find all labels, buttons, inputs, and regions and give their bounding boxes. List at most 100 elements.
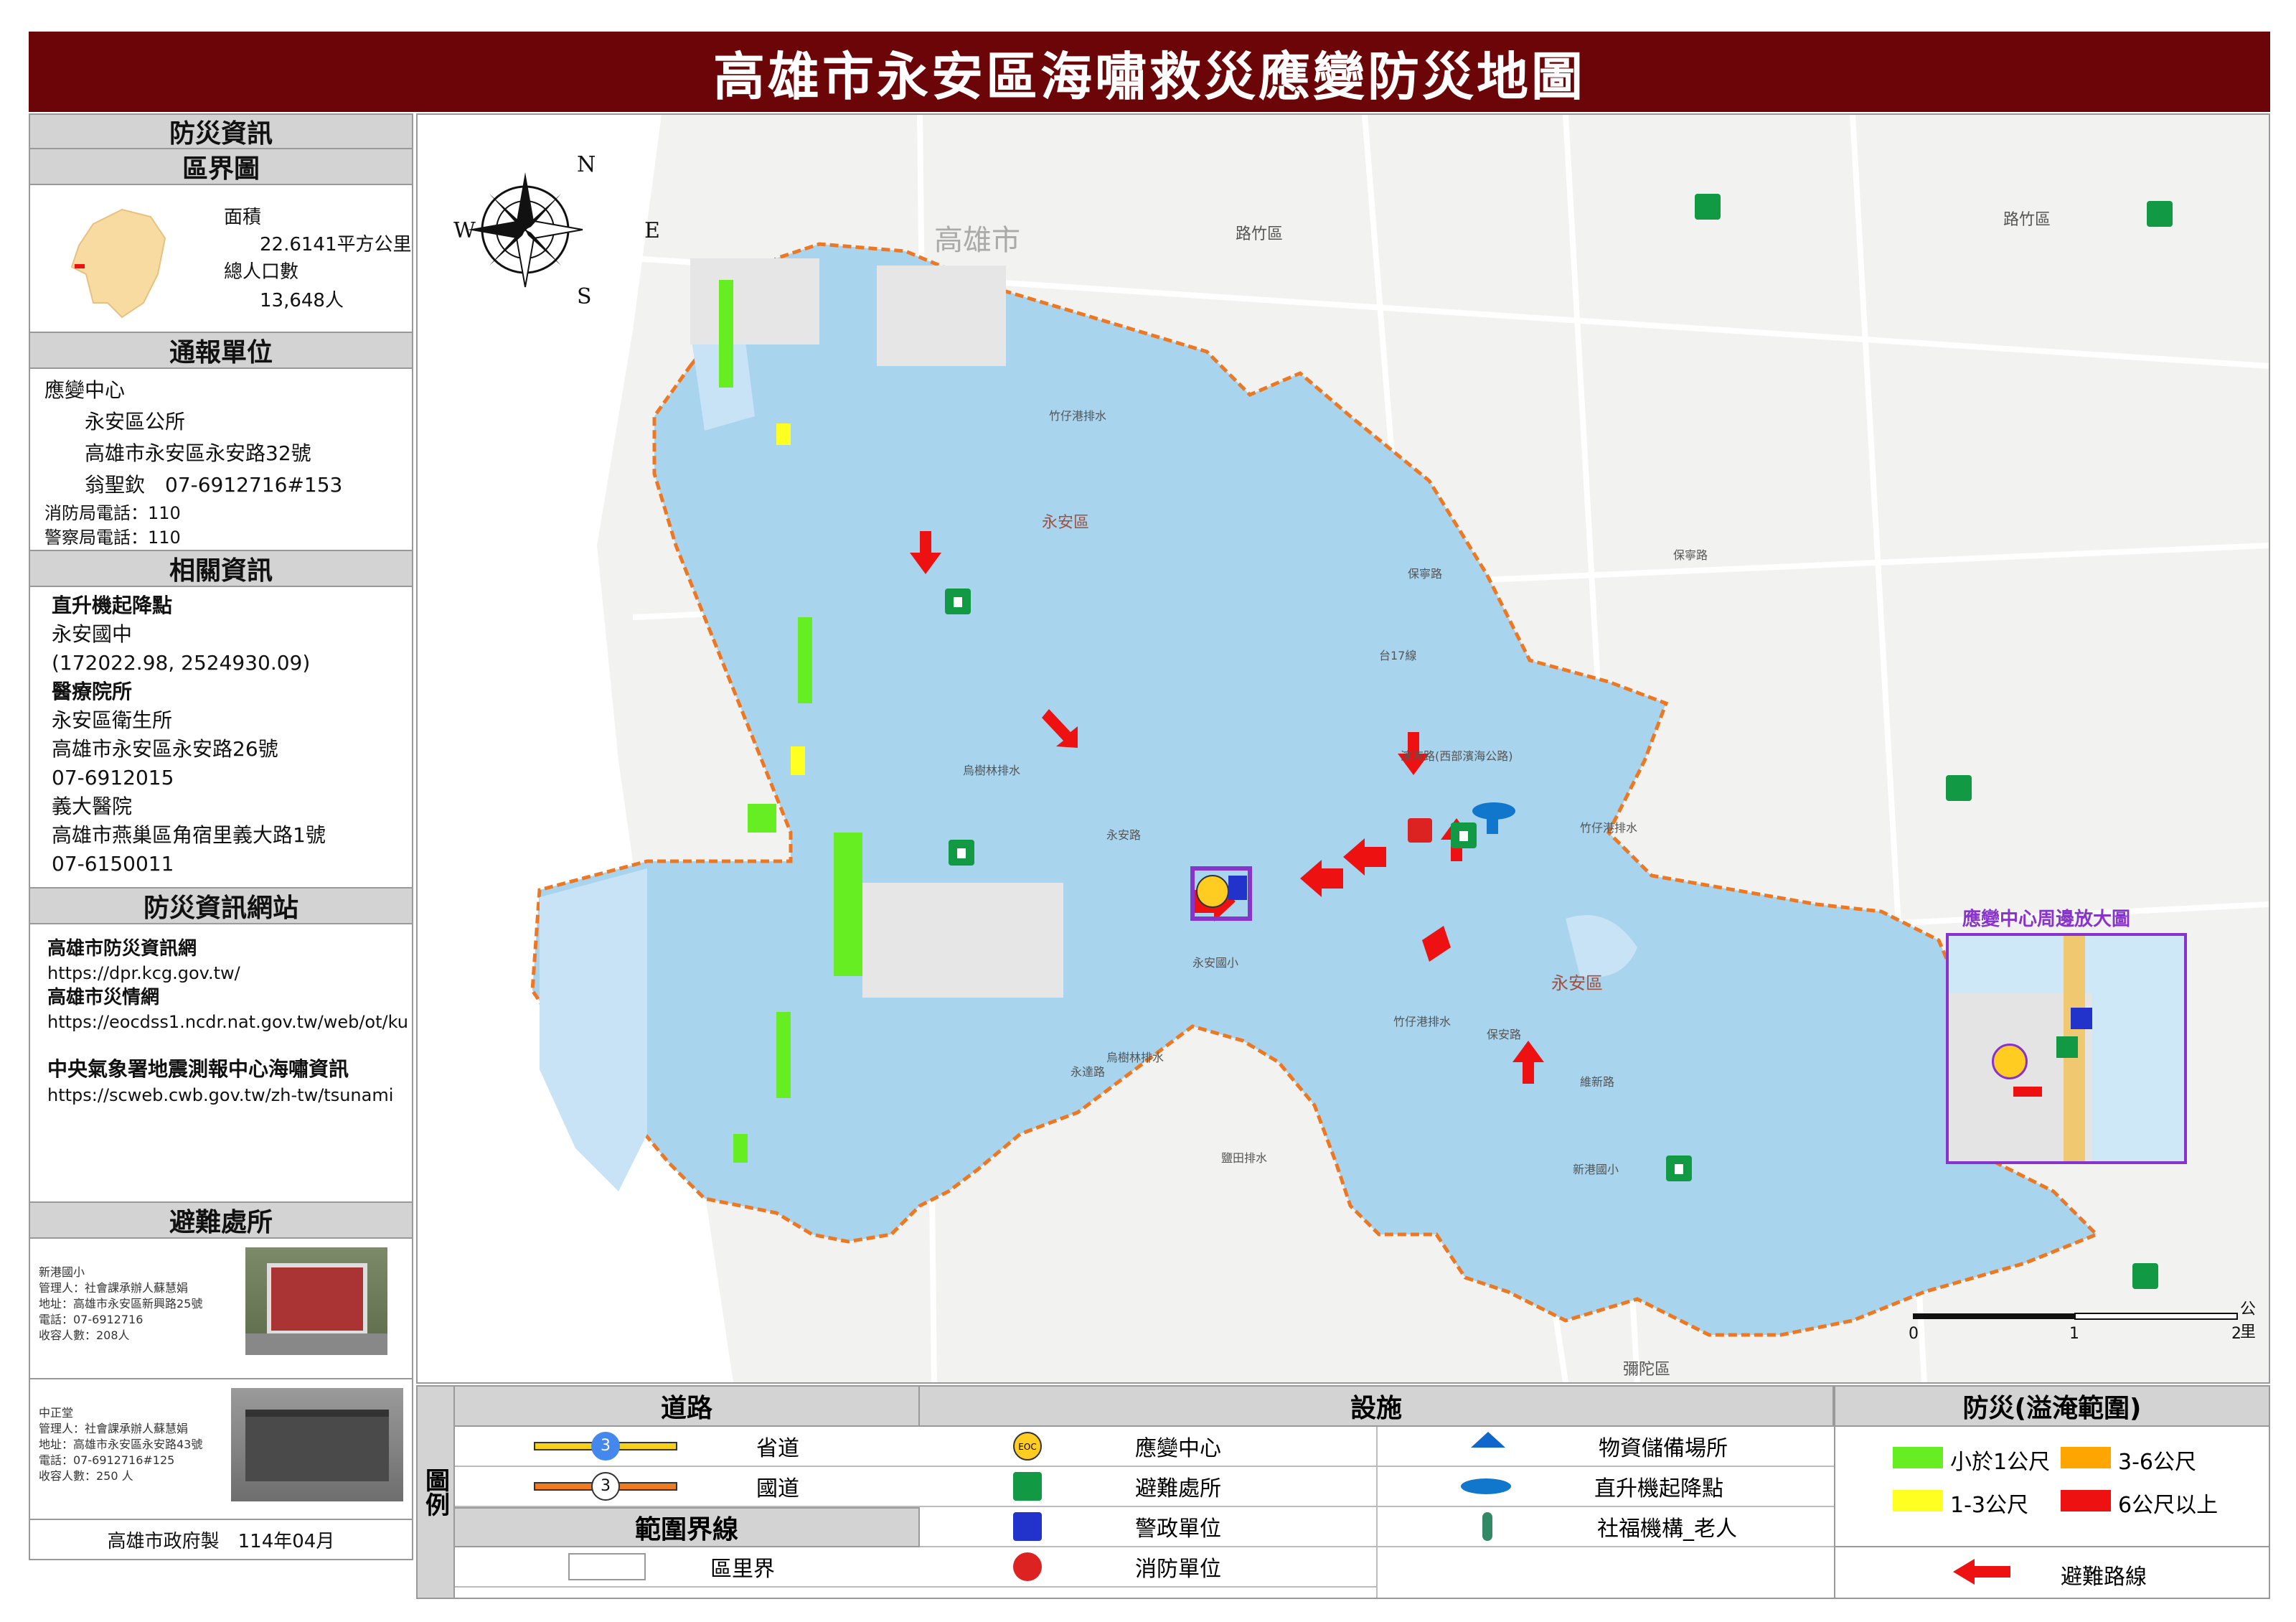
legend-warehouse-label: 物資儲備場所 <box>1599 1436 1728 1461</box>
map-title: 高雄市永安區海嘯救災應變防災地圖 <box>29 32 2270 112</box>
scale-unit: 公里 <box>2240 1300 2257 1341</box>
elderly-icon <box>1482 1512 1492 1541</box>
inset-map[interactable] <box>1946 933 2187 1164</box>
evacuation-route-icon <box>1953 1559 2010 1585</box>
place-label-13: 烏樹林排水 <box>963 764 1021 777</box>
inset-eoc-icon <box>1992 1044 2028 1079</box>
fire-station-marker[interactable] <box>1408 818 1432 843</box>
legend: 圖例 道路 3 省道 3 國道 範圍界線 區里界 設施 EOC 應變中心 避難處… <box>416 1385 2270 1599</box>
legend-boundary: 區里界 <box>455 1547 920 1588</box>
legend-boundary-label: 區里界 <box>710 1557 775 1582</box>
related-box: 直升機起降點 永安國中 (172022.98, 2524930.09) 醫療院所… <box>29 587 413 889</box>
fire-icon <box>1013 1552 1042 1581</box>
legend-shelter: 避難處所 <box>920 1467 1376 1507</box>
district-header: 區界圖 <box>29 149 413 185</box>
place-label-2: 路竹區 <box>2003 211 2051 229</box>
legend-hazard-header: 防災(溢淹範圍) <box>1834 1387 2269 1427</box>
legend-shelter-label: 避難處所 <box>1135 1476 1221 1501</box>
web-box: 高雄市防災資訊網 https://dpr.kcg.gov.tw/ 高雄市災情網 … <box>29 924 413 1203</box>
hospital-address: 高雄市燕巢區角宿里義大路1號 <box>52 823 326 847</box>
scale-bar <box>1913 1313 2238 1320</box>
inset-shelter-icon <box>2056 1036 2078 1058</box>
info-header: 防災資訊 <box>29 113 413 149</box>
web-name-2: 高雄市災情網 <box>47 987 160 1008</box>
clinic-phone: 07-6912015 <box>52 766 174 789</box>
shelter-1-address: 地址：高雄市永安區新興路25號 <box>39 1297 203 1311</box>
helicopter-icon <box>1461 1478 1511 1494</box>
legend-road-provincial-label: 省道 <box>756 1436 799 1461</box>
map-view[interactable]: N S E W 高雄市 永安區 永安區 路竹區 路竹區 彌陀區 竹仔港排水 保寧… <box>416 113 2270 1384</box>
legend-police: 警政單位 <box>920 1507 1376 1547</box>
map-canvas[interactable] <box>418 115 2269 1382</box>
web-url-2[interactable]: https://eocdss1.ncdr.nat.gov.tw/web/ot/k… <box>47 1011 412 1033</box>
hazard-swatch-under-1m <box>1893 1447 1943 1468</box>
web-url-3[interactable]: https://scweb.cwb.gov.tw/zh-tw/tsunami <box>47 1084 412 1107</box>
population-value: 13,648人 <box>260 290 344 311</box>
footer: 高雄市政府製 114年04月 <box>29 1520 413 1560</box>
legend-road-national-label: 國道 <box>756 1476 799 1501</box>
legend-side-label: 圖例 <box>418 1387 455 1598</box>
hazard-label-3-6m: 3-6公尺 <box>2118 1450 2196 1475</box>
shelter-1-photo <box>245 1247 387 1355</box>
legend-route-label: 避難路線 <box>2061 1565 2147 1590</box>
office-address: 高雄市永安區永安路32號 <box>85 441 311 465</box>
inset-route-arrow <box>2013 1087 2042 1097</box>
clinic-address: 高雄市永安區永安路26號 <box>52 737 278 761</box>
shelter-1-capacity: 收容人數：208人 <box>39 1328 130 1342</box>
legend-fire: 消防單位 <box>920 1547 1376 1588</box>
compass-e: E <box>644 218 660 243</box>
place-label-14: 烏樹林排水 <box>1106 1051 1165 1064</box>
clinic-name: 永安區衛生所 <box>52 708 173 732</box>
district-box: 面積 22.6141平方公里 總人口數 13,648人 <box>29 185 413 333</box>
shelter-2-phone: 電話：07-6912716#125 <box>39 1453 175 1467</box>
place-label-1: 路竹區 <box>1236 225 1284 243</box>
district-boundary <box>530 242 2100 1337</box>
compass-w: W <box>453 218 476 243</box>
shelter-2-manager: 管理人：社會課承辦人蘇慧娟 <box>39 1422 189 1435</box>
city-label: 高雄市 <box>934 224 1020 257</box>
response-center-label: 應變中心 <box>44 378 126 402</box>
industrial-block-2 <box>877 266 1006 366</box>
scale-tick-0: 0 <box>1909 1325 1919 1343</box>
place-label-15: 鹽田排水 <box>1221 1151 1268 1165</box>
web-name-1: 高雄市防災資訊網 <box>47 938 197 960</box>
district-office: 永安區公所 <box>85 410 186 433</box>
district-label: 永安區 <box>1042 514 1090 532</box>
industrial-block-3 <box>862 883 1063 998</box>
legend-helicopter-label: 直升機起降點 <box>1594 1476 1723 1501</box>
web-name-3: 中央氣象署地震測報中心海嘯資訊 <box>47 1057 349 1081</box>
legend-fire-label: 消防單位 <box>1135 1557 1221 1582</box>
shelter-1-phone: 電話：07-6912716 <box>39 1313 144 1326</box>
legend-eoc: EOC 應變中心 <box>920 1427 1376 1467</box>
place-label-18: 竹仔港排水 <box>1580 821 1638 835</box>
shelter-header: 避難處所 <box>29 1203 413 1239</box>
inset-police-icon <box>2071 1008 2092 1029</box>
hazard-label-under-1m: 小於1公尺 <box>1950 1450 2051 1475</box>
place-label-7: 永安國小 <box>1192 956 1239 970</box>
hazard-label-1-3m: 1-3公尺 <box>1950 1493 2028 1518</box>
district-label-2: 永安區 <box>1551 973 1603 993</box>
hazard-label-over-6m: 6公尺以上 <box>2118 1493 2219 1518</box>
place-label-16: 濱海路(西部濱海公路) <box>1401 749 1513 763</box>
police-icon <box>1013 1512 1042 1541</box>
district-highlight <box>75 264 85 268</box>
place-label-10: 竹仔港排水 <box>1393 1015 1452 1028</box>
heli-name: 永安國中 <box>52 622 133 646</box>
population-label: 總人口數 <box>224 261 299 283</box>
eoc-icon: EOC <box>1013 1432 1042 1461</box>
legend-warehouse: 物資儲備場所 <box>1378 1427 1834 1467</box>
related-header: 相關資訊 <box>29 551 413 587</box>
area-value: 22.6141平方公里 <box>260 234 412 256</box>
legend-helicopter: 直升機起降點 <box>1378 1467 1834 1507</box>
web-url-1[interactable]: https://dpr.kcg.gov.tw/ <box>47 962 412 985</box>
medical-title: 醫療院所 <box>52 680 133 703</box>
shelter-2-capacity: 收容人數：250 人 <box>39 1469 133 1483</box>
legend-eoc-label: 應變中心 <box>1135 1436 1221 1461</box>
web-header: 防災資訊網站 <box>29 889 413 924</box>
place-label-19: 保寧路 <box>1673 548 1708 562</box>
legend-police-label: 警政單位 <box>1135 1516 1221 1542</box>
shelter-2-address: 地址：高雄市永安區永安路43號 <box>39 1438 203 1451</box>
place-label-9: 維新路 <box>1580 1075 1615 1089</box>
legend-facilities-header: 設施 <box>920 1387 1834 1427</box>
hazard-swatch-over-6m <box>2061 1490 2111 1511</box>
